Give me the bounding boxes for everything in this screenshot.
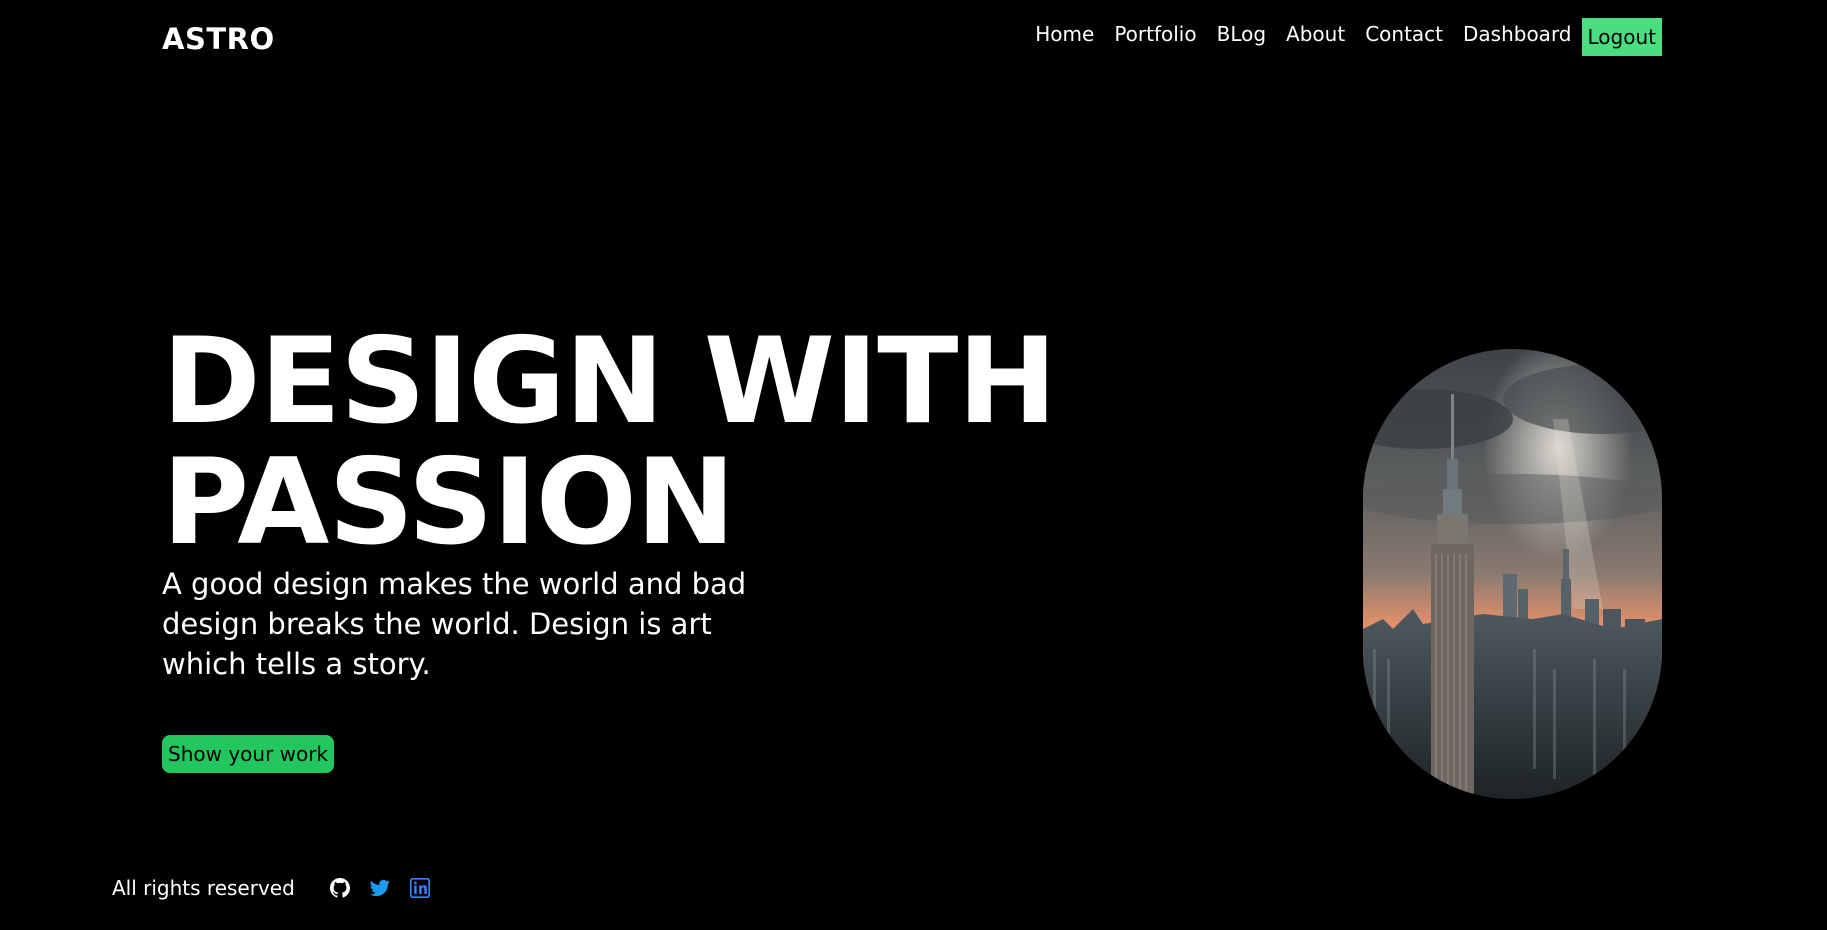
city-skyline-illustration [1363, 349, 1662, 799]
hero-title-line-2: PASSION [162, 434, 736, 572]
main-nav: Home Portfolio BLog About Contact Dashbo… [1015, 18, 1662, 56]
nav-blog[interactable]: BLog [1217, 19, 1266, 49]
nav-about[interactable]: About [1286, 19, 1345, 49]
hero-title: DESIGN WITH PASSION [162, 313, 1057, 572]
nav-contact[interactable]: Contact [1365, 19, 1443, 49]
footer-copyright: All rights reserved [112, 876, 295, 900]
hero-subtitle: A good design makes the world and bad de… [162, 567, 747, 681]
twitter-icon[interactable] [369, 877, 391, 899]
nav-portfolio[interactable]: Portfolio [1114, 19, 1196, 49]
footer: All rights reserved [112, 876, 449, 900]
nav-home[interactable]: Home [1035, 19, 1094, 49]
hero-title-line-1: DESIGN WITH [162, 313, 1057, 451]
logout-button[interactable]: Logout [1581, 18, 1662, 56]
hero-city-image [1363, 349, 1662, 799]
page: ASTRO Home Portfolio BLog About Contact … [0, 0, 1827, 930]
show-your-work-button[interactable]: Show your work [162, 735, 335, 773]
linkedin-icon[interactable] [409, 877, 431, 899]
site-logo[interactable]: ASTRO [162, 22, 275, 56]
nav-dashboard[interactable]: Dashboard [1463, 19, 1572, 49]
github-icon[interactable] [329, 877, 351, 899]
